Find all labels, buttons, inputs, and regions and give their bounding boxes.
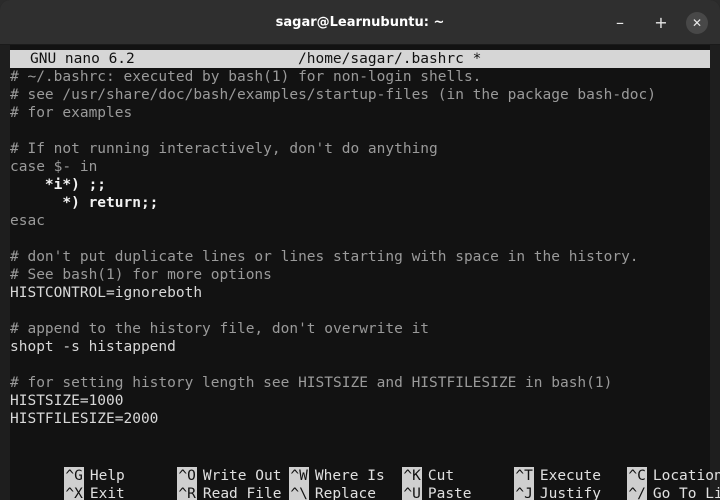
nano-header-bar: GNU nano 6.2 /home/sagar/.bashrc *: [10, 50, 710, 68]
shortcut-label: Exit: [89, 486, 125, 500]
editor-line[interactable]: HISTCONTROL=ignoreboth: [10, 284, 710, 302]
editor-line[interactable]: HISTSIZE=1000: [10, 392, 710, 410]
shortcut-key: ^R: [177, 485, 197, 500]
editor-line[interactable]: # for examples: [10, 104, 710, 122]
close-icon[interactable]: ✕: [686, 12, 708, 34]
editor-line[interactable]: case $- in: [10, 158, 710, 176]
shortcut-key: ^X: [64, 485, 84, 500]
nano-version: GNU nano 6.2: [30, 51, 135, 67]
editor-line[interactable]: *) return;;: [10, 194, 710, 212]
editor-line[interactable]: # don't put duplicate lines or lines sta…: [10, 248, 710, 266]
editor-line[interactable]: [10, 356, 710, 374]
shortcut-help[interactable]: ^G Help: [12, 449, 125, 485]
title-bar[interactable]: sagar@Learnubuntu: ~ – + ✕: [0, 0, 720, 45]
shortcut-key: ^U: [402, 485, 422, 500]
shortcut-paste[interactable]: ^U Paste: [350, 467, 472, 500]
editor-line[interactable]: *i*) ;;: [10, 176, 710, 194]
editor-line[interactable]: # append to the history file, don't over…: [10, 320, 710, 338]
editor-line[interactable]: HISTFILESIZE=2000: [10, 410, 710, 428]
editor-line[interactable]: # for setting history length see HISTSIZ…: [10, 374, 710, 392]
editor-line[interactable]: # see /usr/share/doc/bash/examples/start…: [10, 86, 710, 104]
shortcut-cut[interactable]: ^K Cut: [350, 449, 454, 485]
shortcut-key: ^\: [289, 485, 309, 500]
editor-line[interactable]: shopt -s histappend: [10, 338, 710, 356]
editor-line[interactable]: # See bash(1) for more options: [10, 266, 710, 284]
minimize-icon[interactable]: –: [609, 12, 631, 34]
shortcut-go-to-line[interactable]: ^/ Go To Line: [575, 467, 720, 500]
terminal-window: sagar@Learnubuntu: ~ – + ✕ GNU nano 6.2 …: [0, 0, 720, 500]
maximize-icon[interactable]: +: [650, 12, 672, 34]
nano-editor[interactable]: GNU nano 6.2 /home/sagar/.bashrc * # ~/.…: [10, 45, 720, 500]
shortcut-location[interactable]: ^C Location: [575, 449, 720, 485]
file-path: /home/sagar/.bashrc *: [298, 51, 482, 67]
editor-line[interactable]: # ~/.bashrc: executed by bash(1) for non…: [10, 68, 710, 86]
shortcut-key: ^J: [514, 485, 534, 500]
shortcut-label: Go To Line: [652, 486, 720, 500]
editor-line[interactable]: [10, 122, 710, 140]
editor-line[interactable]: # If not running interactively, don't do…: [10, 140, 710, 158]
editor-line[interactable]: [10, 302, 710, 320]
shortcut-exit[interactable]: ^X Exit: [12, 467, 125, 500]
editor-line[interactable]: esac: [10, 212, 710, 230]
editor-line[interactable]: [10, 230, 710, 248]
shortcut-key: ^/: [627, 485, 647, 500]
